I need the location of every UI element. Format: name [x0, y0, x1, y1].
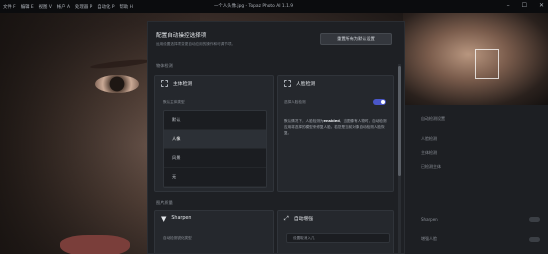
- face-detection-icon: [284, 80, 291, 87]
- dialog-scrollbar-thumb[interactable]: [398, 66, 401, 176]
- card-header: 主体检测: [155, 76, 273, 91]
- toggle-switch[interactable]: [529, 216, 540, 222]
- menu-bar: 文件 F 编辑 E 视图 V 帐户 A 处理器 P 自动化 P 帮助 H: [0, 4, 133, 10]
- menu-edit[interactable]: 编辑 E: [21, 4, 34, 10]
- card-title: Sharpen: [171, 216, 192, 221]
- right-panel-row[interactable]: 主体检测: [403, 147, 548, 159]
- subject-option-none[interactable]: 无: [164, 168, 266, 187]
- card-header: ⤢ 自动增强: [278, 211, 393, 226]
- right-panel: 自动检测设置 人脸检测 主体检测 已检测主体 Sharpen 增强人脸: [403, 13, 548, 254]
- right-panel-row[interactable]: 增强人脸: [403, 233, 548, 245]
- title-bar: 文件 F 编辑 E 视图 V 帐户 A 处理器 P 自动化 P 帮助 H 一个人…: [0, 0, 548, 13]
- subject-option-portrait[interactable]: 人像: [164, 130, 266, 149]
- enhance-field[interactable]: 设置取消入几: [286, 233, 390, 243]
- enhance-card: ⤢ 自动增强 设置取消入几: [277, 210, 394, 253]
- sharpen-card: ▼ Sharpen 自动检测锐化类型: [154, 210, 274, 253]
- menu-file[interactable]: 文件 F: [3, 4, 16, 10]
- right-panel-row[interactable]: Sharpen: [403, 213, 548, 225]
- close-icon[interactable]: ✕: [539, 2, 544, 9]
- right-panel-row[interactable]: 已检测主体: [403, 161, 548, 173]
- face-detection-box: [475, 49, 499, 79]
- card-title: 人脸检测: [296, 82, 316, 87]
- section-label-detection: 物体检测: [156, 63, 173, 68]
- window-title: 一个人头像.jpg - Topaz Photo AI 1.1.9: [214, 4, 294, 9]
- dialog-title: 配置自动操控选择项: [156, 33, 207, 39]
- window-controls: – ☐ ✕: [507, 2, 544, 9]
- face-detection-description: 默认情况下，人脸检测为enabled。当图像有人物时，自动检测应用将选择的模型来…: [284, 119, 387, 135]
- face-toggle-label: 选择人脸检测: [284, 100, 306, 104]
- face-detection-card: 人脸检测 选择人脸检测 默认情况下，人脸检测为enabled。当图像有人物时，自…: [277, 75, 394, 192]
- subject-detection-icon: [161, 80, 168, 87]
- card-title: 自动增强: [293, 217, 314, 222]
- right-panel-row[interactable]: 人脸检测: [403, 133, 548, 145]
- toggle-switch[interactable]: [529, 236, 540, 242]
- minimize-icon[interactable]: –: [507, 2, 510, 9]
- card-caption: 默认主体类型: [163, 100, 185, 104]
- card-header: ▼ Sharpen: [155, 211, 273, 226]
- menu-processor[interactable]: 处理器 P: [75, 4, 92, 10]
- face-detection-toggle[interactable]: [373, 99, 386, 105]
- dialog-subtitle: 运用设置选择项变更自动应用的操作和可调节项。: [156, 42, 236, 46]
- subject-option-default[interactable]: 默认: [164, 111, 266, 130]
- expand-icon: ⤢: [284, 214, 289, 222]
- section-label-enhancement: 图片质量: [156, 200, 173, 205]
- menu-view[interactable]: 视图 V: [39, 4, 52, 10]
- menu-account[interactable]: 帐户 A: [57, 4, 70, 10]
- subject-option-landscape[interactable]: 风景: [164, 149, 266, 168]
- maximize-icon[interactable]: ☐: [522, 2, 527, 9]
- card-header: 人脸检测: [278, 76, 393, 91]
- right-panel-row[interactable]: 自动检测设置: [403, 113, 548, 125]
- image-eye: [95, 75, 139, 93]
- card-caption: 自动检测锐化类型: [163, 236, 192, 240]
- reset-defaults-button[interactable]: 重置所有为默认设置: [320, 33, 392, 45]
- sharpen-icon: ▼: [161, 214, 167, 223]
- menu-automation[interactable]: 自动化 P: [97, 4, 114, 10]
- image-lips: [60, 235, 130, 254]
- autopilot-settings-dialog: 配置自动操控选择项 运用设置选择项变更自动应用的操作和可调节项。 重置所有为默认…: [147, 21, 405, 254]
- subject-type-list: 默认 人像 风景 无: [163, 110, 267, 188]
- subject-detection-card: 主体检测 默认主体类型 默认 人像 风景 无: [154, 75, 274, 192]
- navigator-preview[interactable]: [403, 13, 548, 105]
- menu-help[interactable]: 帮助 H: [119, 4, 132, 10]
- card-title: 主体检测: [173, 82, 193, 87]
